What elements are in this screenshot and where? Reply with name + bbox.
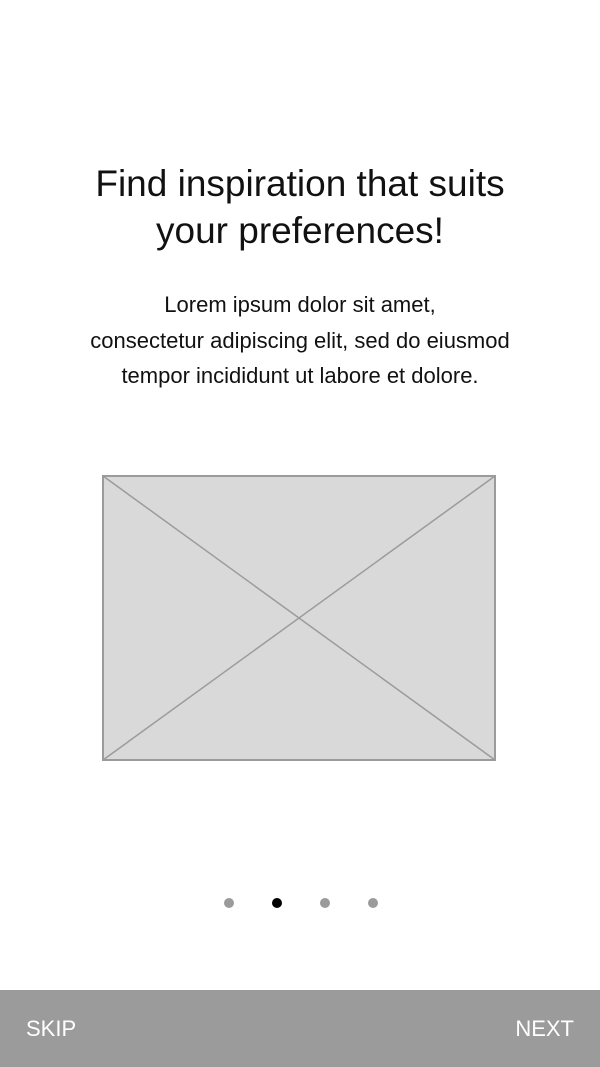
title-line-1: Find inspiration that suits	[95, 163, 505, 204]
description-line-2: consectetur adipiscing elit, sed do eius…	[90, 327, 510, 353]
skip-button[interactable]: SKIP	[26, 1014, 76, 1044]
page-dot-4[interactable]	[368, 898, 378, 908]
title-line-2: your preferences!	[156, 210, 444, 251]
onboarding-description: Lorem ipsum dolor sit amet, consectetur …	[20, 287, 580, 394]
next-button[interactable]: NEXT	[515, 1014, 574, 1044]
page-dot-3[interactable]	[320, 898, 330, 908]
onboarding-title: Find inspiration that suits your prefere…	[40, 160, 560, 254]
page-dot-2[interactable]	[272, 898, 282, 908]
bottom-bar: SKIP NEXT	[0, 990, 600, 1067]
page-dot-1[interactable]	[224, 898, 234, 908]
description-line-1: Lorem ipsum dolor sit amet,	[164, 292, 436, 317]
image-placeholder-icon	[102, 475, 496, 761]
page-indicator	[0, 896, 600, 910]
description-line-3: tempor incididunt ut labore et dolore.	[121, 363, 479, 388]
onboarding-screen: Find inspiration that suits your prefere…	[0, 0, 600, 1067]
